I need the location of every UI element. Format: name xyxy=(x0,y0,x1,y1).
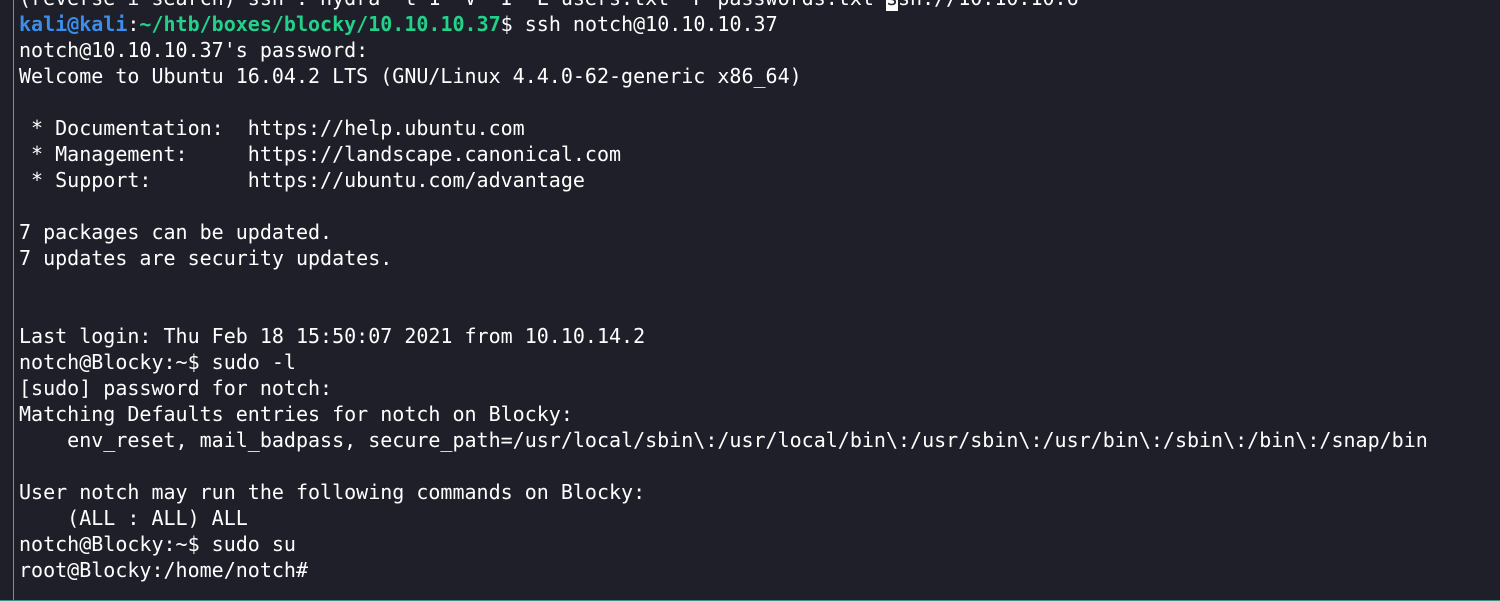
search-text-before: (reverse-i-search)`ssh`: hydra -t 1 -V -… xyxy=(19,0,886,10)
left-divider xyxy=(13,0,14,601)
output-line: env_reset, mail_badpass, secure_path=/us… xyxy=(19,428,1428,452)
prompt-path: ~/htb/boxes/blocky/10.10.10.37 xyxy=(139,12,501,36)
output-line: User notch may run the following command… xyxy=(19,480,646,504)
output-line: 7 updates are security updates. xyxy=(19,246,393,270)
output-line: 7 packages can be updated. xyxy=(19,220,333,244)
prompt-user-host: kali@kali xyxy=(19,12,128,36)
reverse-search-line: (reverse-i-search)`ssh`: hydra -t 1 -V -… xyxy=(19,0,1428,11)
output-line: Matching Defaults entries for notch on B… xyxy=(19,402,573,426)
output-line: * Management: https://landscape.canonica… xyxy=(19,142,622,166)
output-line: notch@10.10.10.37's password: xyxy=(19,38,369,62)
terminal-cursor: s xyxy=(885,0,898,11)
output-line: * Support: https://ubuntu.com/advantage xyxy=(19,168,585,192)
output-line: Welcome to Ubuntu 16.04.2 LTS (GNU/Linux… xyxy=(19,64,802,88)
prompt-separator: : xyxy=(127,12,140,36)
terminal-output: (reverse-i-search)`ssh`: hydra -t 1 -V -… xyxy=(19,0,1428,583)
search-text-after: sh://10.10.10.6 xyxy=(898,0,1079,10)
output-line: * Documentation: https://help.ubuntu.com xyxy=(19,116,525,140)
output-line: Last login: Thu Feb 18 15:50:07 2021 fro… xyxy=(19,324,646,348)
prompt-symbol: $ xyxy=(500,12,525,36)
kali-prompt-line: kali@kali:~/htb/boxes/blocky/10.10.10.37… xyxy=(19,11,1428,37)
output-line: (ALL : ALL) ALL xyxy=(19,506,248,530)
output-line: notch@Blocky:~$ sudo -l xyxy=(19,350,296,374)
output-line: notch@Blocky:~$ sudo su xyxy=(19,532,296,556)
prompt-command: ssh notch@10.10.10.37 xyxy=(524,12,778,36)
terminal-window[interactable]: (reverse-i-search)`ssh`: hydra -t 1 -V -… xyxy=(0,0,1500,601)
root-prompt-line[interactable]: root@Blocky:/home/notch# xyxy=(19,557,1428,583)
output-line: [sudo] password for notch: xyxy=(19,376,333,400)
